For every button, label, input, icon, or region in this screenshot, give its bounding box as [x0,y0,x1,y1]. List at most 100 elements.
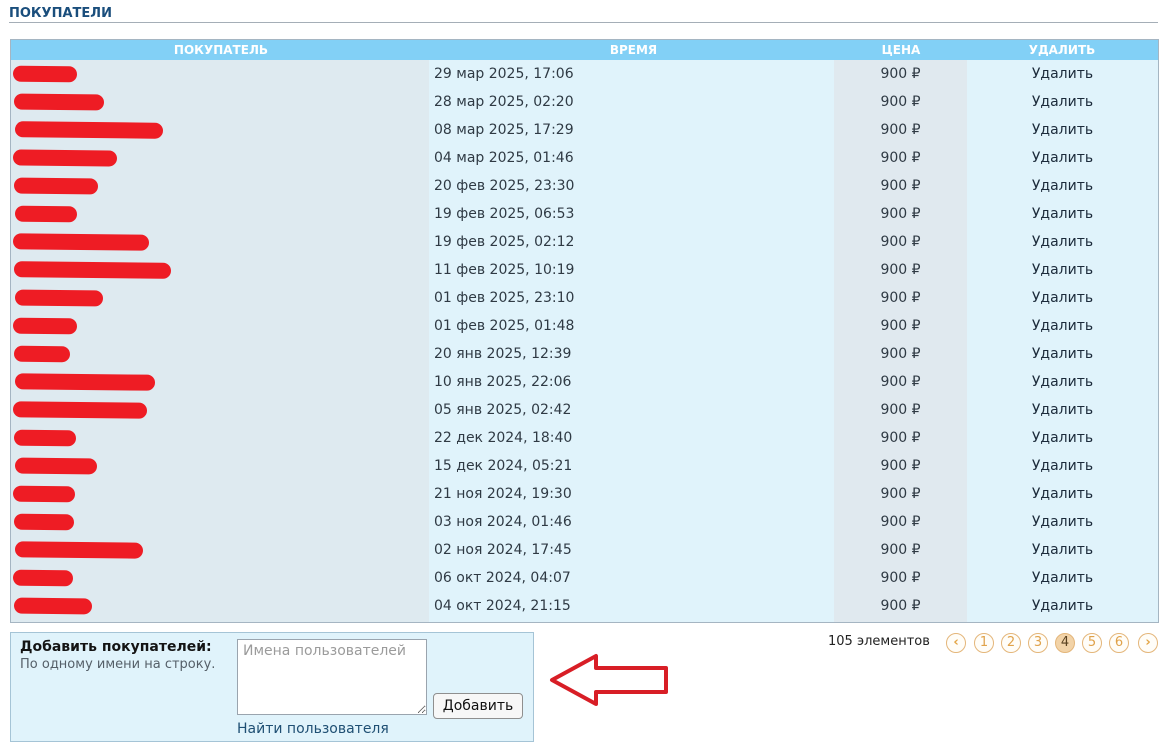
redacted-buyer-name [13,177,99,195]
redacted-buyer-name [13,93,105,111]
delete-link[interactable]: Удалить [967,480,1158,508]
price: 900 ₽ [880,66,921,82]
add-buyers-hint: По одному имени на строку. [20,657,216,672]
price: 900 ₽ [880,290,921,306]
delete-link[interactable]: Удалить [967,144,1158,172]
table-row: 29 мар 2025, 17:06 900 ₽ Удалить [11,60,1158,88]
chevron-right-icon[interactable]: › [1138,633,1158,653]
delete-link[interactable]: Удалить [967,200,1158,228]
table-row: 01 фев 2025, 01:48 900 ₽ Удалить [11,312,1158,340]
table-row: 22 дек 2024, 18:40 900 ₽ Удалить [11,424,1158,452]
redacted-buyer-name [12,401,148,419]
table-row: 02 ноя 2024, 17:45 900 ₽ Удалить [11,536,1158,564]
delete-link[interactable]: Удалить [967,256,1158,284]
delete-link[interactable]: Удалить [967,592,1158,620]
purchase-time: 22 дек 2024, 18:40 [434,430,573,446]
purchase-time: 19 фев 2025, 02:12 [434,234,575,250]
purchase-time: 01 фев 2025, 23:10 [434,290,575,306]
delete-link[interactable]: Удалить [967,564,1158,592]
table-row: 20 янв 2025, 12:39 900 ₽ Удалить [11,340,1158,368]
purchase-time: 08 мар 2025, 17:29 [434,122,574,138]
price: 900 ₽ [880,94,921,110]
price: 900 ₽ [880,262,921,278]
purchase-time: 11 фев 2025, 10:19 [434,262,575,278]
chevron-left-icon[interactable]: ‹ [946,633,966,653]
header-delete: УДАЛИТЬ [1028,43,1096,57]
price: 900 ₽ [880,598,921,614]
redacted-buyer-name [13,345,71,363]
price: 900 ₽ [880,150,921,166]
redacted-buyer-name [12,569,74,587]
table-row: 15 дек 2024, 05:21 900 ₽ Удалить [11,452,1158,480]
buyers-table: ПОКУПАТЕЛЬ ВРЕМЯ ЦЕНА УДАЛИТЬ 29 мар 202… [10,39,1159,623]
find-user-link[interactable]: Найти пользователя [237,721,389,737]
delete-link[interactable]: Удалить [967,88,1158,116]
redacted-buyer-name [12,485,76,503]
table-row: 06 окт 2024, 04:07 900 ₽ Удалить [11,564,1158,592]
delete-link[interactable]: Удалить [967,312,1158,340]
price: 900 ₽ [880,514,921,530]
redacted-buyer-name [13,429,77,447]
redacted-buyer-name [14,541,144,559]
purchase-time: 15 дек 2024, 05:21 [434,458,573,474]
delete-link[interactable]: Удалить [967,396,1158,424]
price: 900 ₽ [880,486,921,502]
page-5-button[interactable]: 5 [1082,633,1102,653]
purchase-time: 03 ноя 2024, 01:46 [434,514,572,530]
redacted-buyer-name [14,457,98,475]
price: 900 ₽ [880,542,921,558]
purchase-time: 28 мар 2025, 02:20 [434,94,574,110]
price: 900 ₽ [880,430,921,446]
delete-link[interactable]: Удалить [967,172,1158,200]
redacted-buyer-name [13,597,93,615]
delete-link[interactable]: Удалить [967,340,1158,368]
delete-link[interactable]: Удалить [967,116,1158,144]
usernames-textarea[interactable] [237,639,427,715]
header-time: ВРЕМЯ [609,43,658,57]
table-row: 03 ноя 2024, 01:46 900 ₽ Удалить [11,508,1158,536]
delete-link[interactable]: Удалить [967,424,1158,452]
delete-link[interactable]: Удалить [967,536,1158,564]
purchase-time: 21 ноя 2024, 19:30 [434,486,572,502]
price: 900 ₽ [880,346,921,362]
price: 900 ₽ [880,374,921,390]
price: 900 ₽ [880,402,921,418]
page-1-button[interactable]: 1 [974,633,994,653]
annotation-arrow-icon [550,654,668,706]
page-3-button[interactable]: 3 [1028,633,1048,653]
table-row: 05 янв 2025, 02:42 900 ₽ Удалить [11,396,1158,424]
add-button[interactable]: Добавить [433,693,523,719]
purchase-time: 29 мар 2025, 17:06 [434,66,574,82]
table-row: 28 мар 2025, 02:20 900 ₽ Удалить [11,88,1158,116]
table-row: 21 ноя 2024, 19:30 900 ₽ Удалить [11,480,1158,508]
table-row: 11 фев 2025, 10:19 900 ₽ Удалить [11,256,1158,284]
table-row: 04 мар 2025, 01:46 900 ₽ Удалить [11,144,1158,172]
delete-link[interactable]: Удалить [967,284,1158,312]
price: 900 ₽ [880,234,921,250]
delete-link[interactable]: Удалить [967,452,1158,480]
redacted-buyer-name [14,205,78,223]
delete-link[interactable]: Удалить [967,228,1158,256]
redacted-buyer-name [14,373,156,391]
price: 900 ₽ [880,570,921,586]
purchase-time: 20 фев 2025, 23:30 [434,178,575,194]
price: 900 ₽ [880,178,921,194]
purchase-time: 01 фев 2025, 01:48 [434,318,575,334]
delete-link[interactable]: Удалить [967,368,1158,396]
redacted-buyer-name [14,289,104,307]
page-6-button[interactable]: 6 [1109,633,1129,653]
redacted-buyer-name [12,149,118,167]
delete-link[interactable]: Удалить [967,60,1158,88]
header-price: ЦЕНА [881,43,921,57]
page-2-button[interactable]: 2 [1001,633,1021,653]
page-4-button[interactable]: 4 [1055,633,1075,653]
delete-link[interactable]: Удалить [967,508,1158,536]
purchase-time: 05 янв 2025, 02:42 [434,402,572,418]
table-row: 20 фев 2025, 23:30 900 ₽ Удалить [11,172,1158,200]
purchase-time: 19 фев 2025, 06:53 [434,206,575,222]
add-buyers-form: Добавить покупателей: По одному имени на… [10,632,534,742]
table-row: 04 окт 2024, 21:15 900 ₽ Удалить [11,592,1158,620]
redacted-buyer-name [14,121,164,139]
redacted-buyer-name [12,65,78,83]
table-row: 08 мар 2025, 17:29 900 ₽ Удалить [11,116,1158,144]
